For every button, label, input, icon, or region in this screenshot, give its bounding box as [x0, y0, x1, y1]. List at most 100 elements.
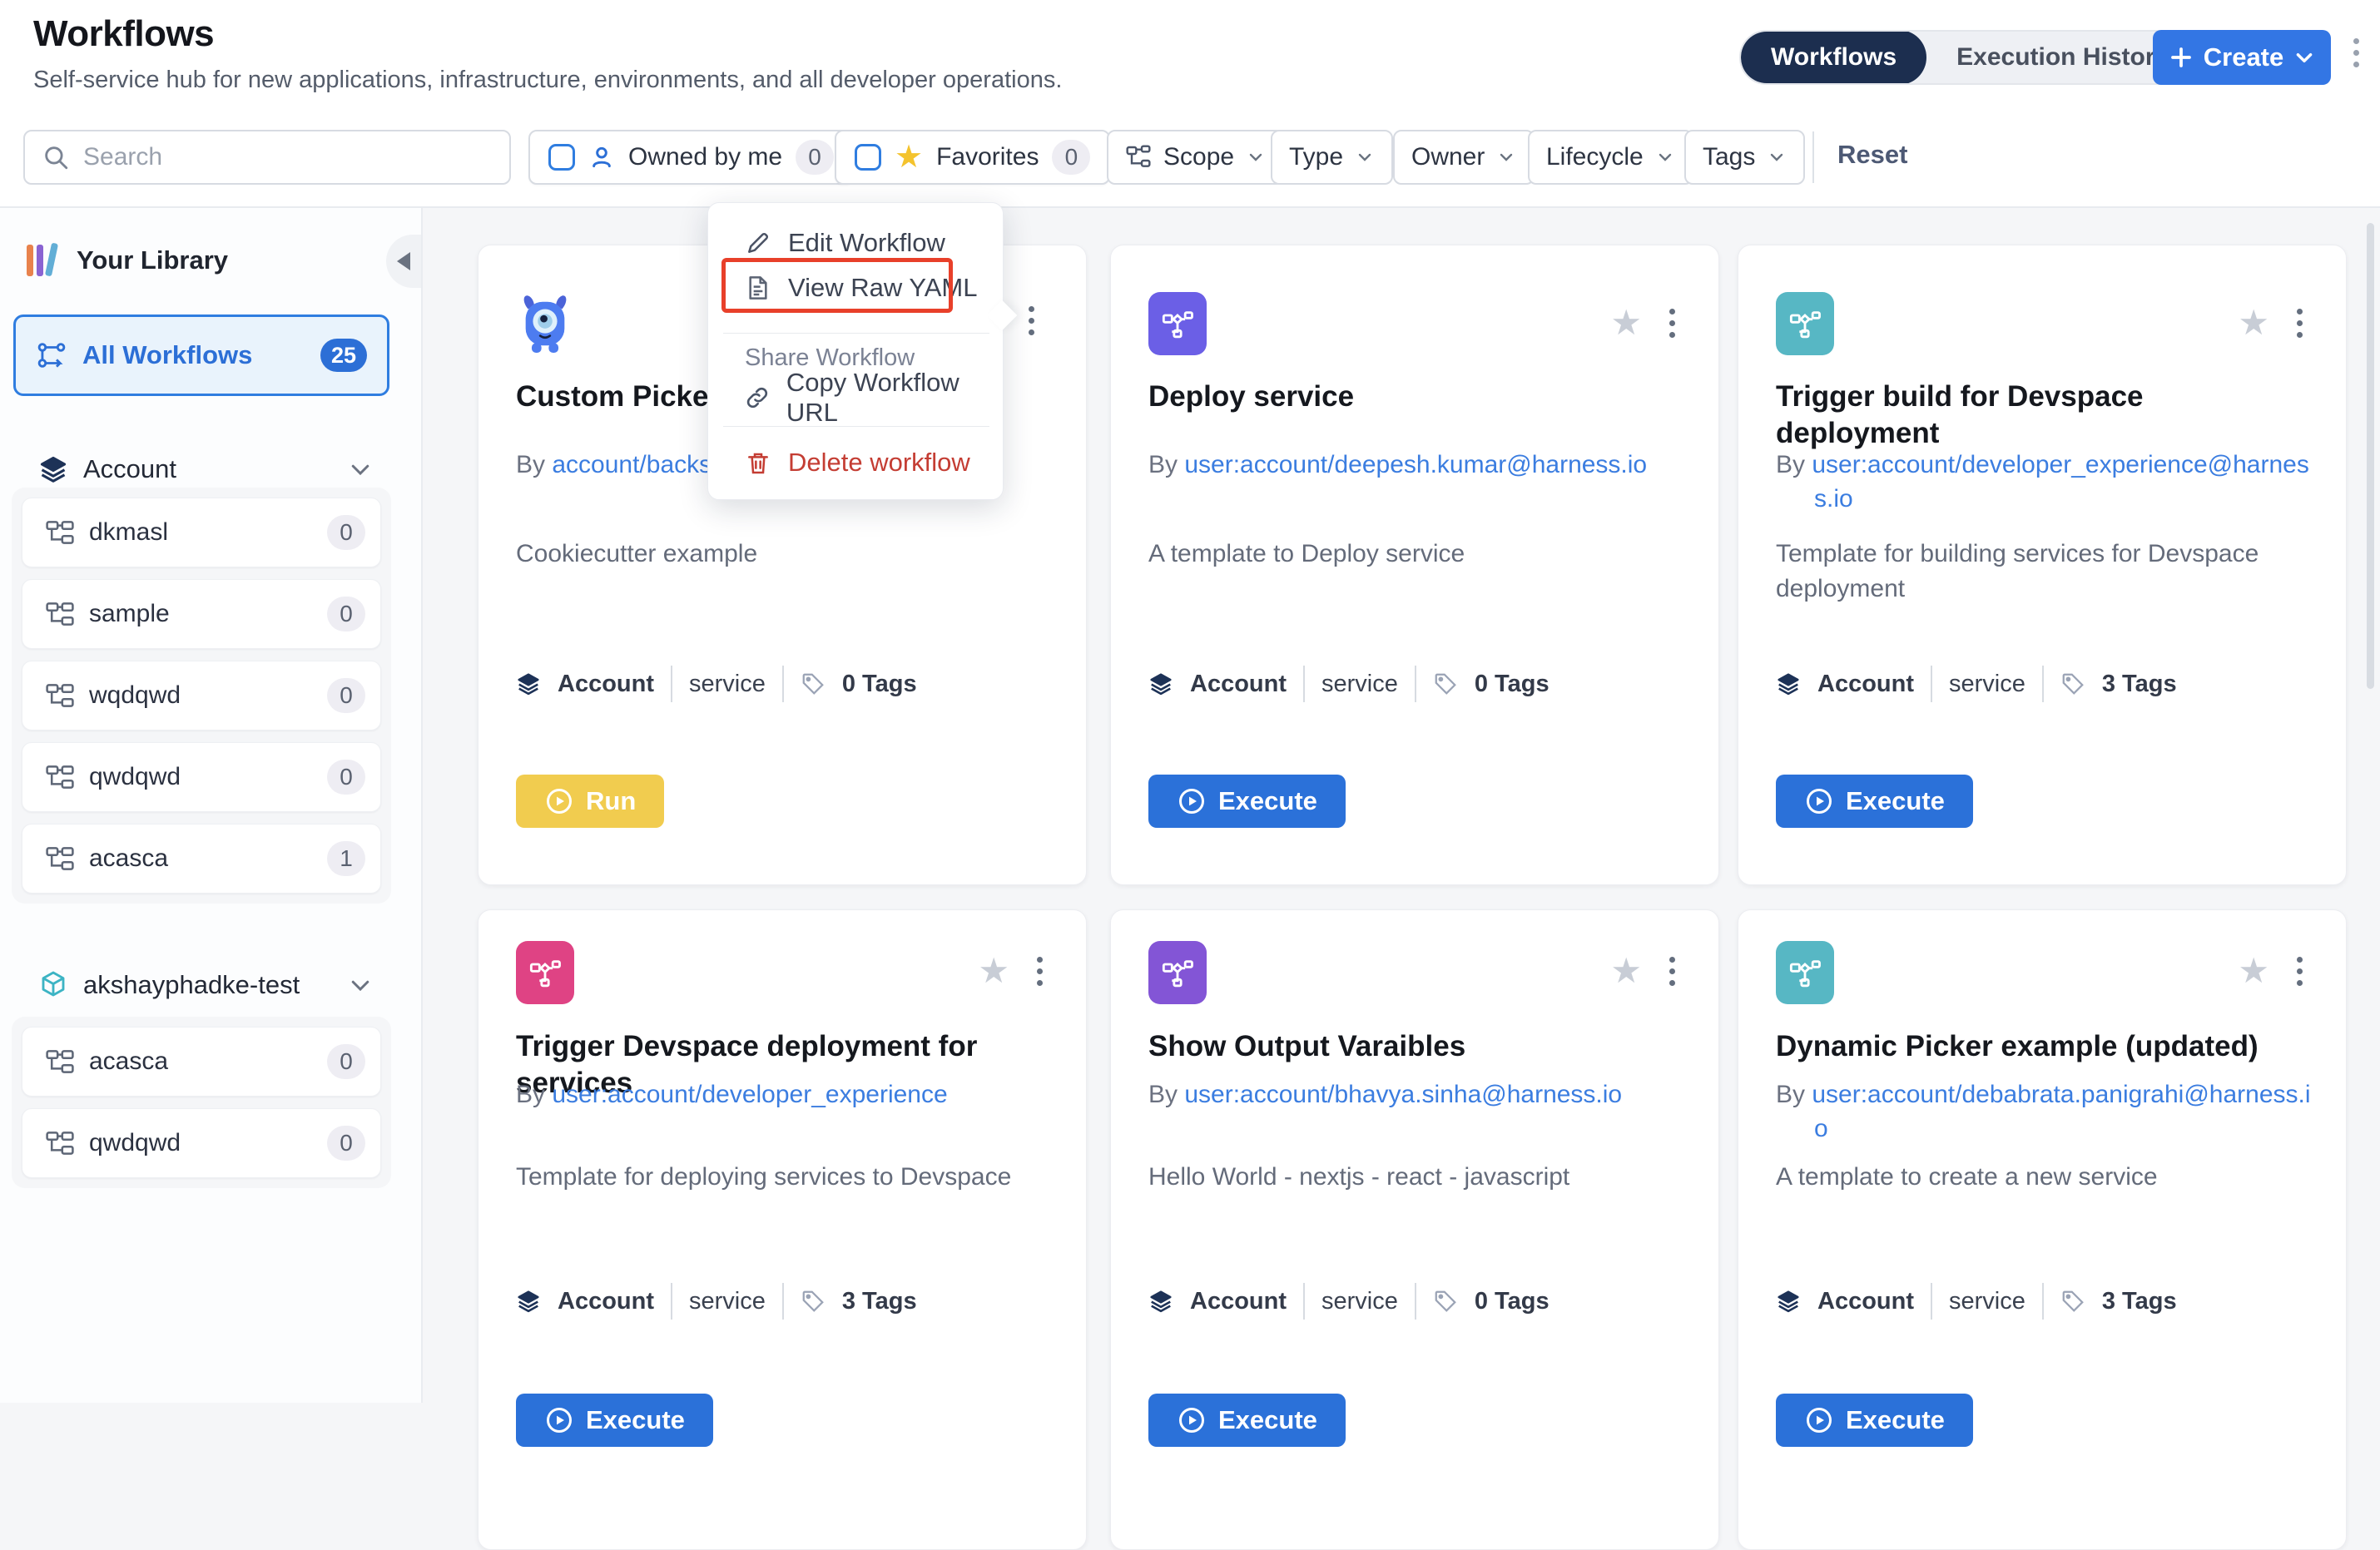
sidebar-item-qwdqwd[interactable]: qwdqwd 0 [22, 742, 381, 812]
divider [1812, 131, 1814, 183]
sidebar-group-akshayphadke-test[interactable]: akshayphadke-test [0, 967, 423, 1003]
run-button[interactable]: Run [516, 775, 664, 828]
sidebar-item-sample[interactable]: sample 0 [22, 579, 381, 649]
document-icon [745, 275, 771, 301]
card-kebab-menu-icon[interactable] [2297, 309, 2303, 338]
star-icon: ★ [895, 141, 923, 173]
card-title: Deploy service [1148, 379, 1683, 415]
sidebar-group-account[interactable]: Account [0, 451, 423, 488]
workflow-context-menu: Edit Workflow View Raw YAML Share Workfl… [707, 202, 1004, 500]
tag-icon [801, 1289, 826, 1314]
menu-item-view-raw-yaml[interactable]: View Raw YAML [708, 268, 1003, 308]
favorite-star-icon[interactable]: ★ [2238, 953, 2269, 988]
card-meta: Account service 3 Tags [516, 1283, 1061, 1320]
owner-link[interactable]: user:account/bhavya.sinha@harness.io [1184, 1081, 1622, 1108]
sidebar-item-dkmasl[interactable]: dkmasl 0 [22, 498, 381, 567]
card-description: Template for building services for Devsp… [1776, 537, 2311, 607]
library-header: Your Library [23, 241, 228, 280]
card-meta: Account service 0 Tags [516, 666, 1061, 702]
chevron-down-icon [348, 457, 373, 482]
header-kebab-menu-icon[interactable] [2353, 38, 2359, 67]
tag-icon [1433, 671, 1458, 696]
favorite-star-icon[interactable]: ★ [978, 953, 1009, 988]
filter-owned-by-me[interactable]: Owned by me 0 [528, 130, 854, 185]
play-icon [1804, 1405, 1834, 1435]
person-icon [588, 144, 615, 171]
workflow-card-dynamic-picker[interactable]: ★ Dynamic Picker example (updated) By us… [1738, 909, 2347, 1550]
tag-icon [1433, 1289, 1458, 1314]
card-kebab-menu-icon[interactable] [1037, 957, 1043, 986]
card-owner: By user:account/bhavya.sinha@harness.io [1148, 1078, 1685, 1112]
filter-favorites[interactable]: ★ Favorites 0 [835, 130, 1110, 185]
reset-filters-button[interactable]: Reset [1837, 140, 1907, 170]
workflow-card-deploy-service[interactable]: ★ Deploy service By user:account/deepesh… [1110, 245, 1719, 885]
layers-icon [516, 671, 541, 696]
card-kebab-menu-icon[interactable] [1669, 309, 1675, 338]
favorites-checkbox[interactable] [855, 144, 881, 171]
card-title: Dynamic Picker example (updated) [1776, 1028, 2311, 1065]
tab-workflows[interactable]: Workflows [1741, 30, 1926, 85]
workflow-card-trigger-build[interactable]: ★ Trigger build for Devspace deployment … [1738, 245, 2347, 885]
filter-scope-dropdown[interactable]: Scope [1107, 130, 1284, 185]
owner-link[interactable]: user:account/developer_experience [552, 1081, 947, 1108]
card-kebab-menu-icon[interactable] [2297, 957, 2303, 986]
execute-button[interactable]: Execute [1776, 1394, 1973, 1447]
execute-button[interactable]: Execute [516, 1394, 713, 1447]
execute-button[interactable]: Execute [1148, 1394, 1346, 1447]
create-button[interactable]: Create [2153, 30, 2331, 85]
owner-link[interactable]: account/backs [552, 451, 712, 478]
workflow-card-show-output[interactable]: ★ Show Output Varaibles By user:account/… [1110, 909, 1719, 1550]
link-icon [745, 384, 770, 411]
chevron-down-icon [1496, 147, 1516, 167]
cube-icon [38, 970, 68, 1000]
owner-link[interactable]: user:account/debabrata.panigrahi@harness… [1812, 1081, 2310, 1142]
execute-button[interactable]: Execute [1776, 775, 1973, 828]
filter-lifecycle-dropdown[interactable]: Lifecycle [1528, 130, 1693, 185]
card-meta: Account service 3 Tags [1776, 666, 2321, 702]
akshayphadke-items-container: acasca 0 qwdqwd 0 [12, 1017, 391, 1188]
layers-icon [1148, 1289, 1173, 1314]
workflow-card-trigger-devspace[interactable]: ★ Trigger Devspace deployment for servic… [478, 909, 1087, 1550]
card-description: Hello World - nextjs - react - javascrip… [1148, 1160, 1683, 1195]
owner-link[interactable]: user:account/developer_experience@harnes… [1812, 451, 2309, 513]
card-kebab-menu-icon[interactable] [1669, 957, 1675, 986]
sidebar-item-qwdqwd-2[interactable]: qwdqwd 0 [22, 1108, 381, 1178]
card-description: A template to create a new service [1776, 1160, 2311, 1195]
filter-tags-dropdown[interactable]: Tags [1684, 130, 1805, 185]
sidebar-item-acasca-2[interactable]: acasca 0 [22, 1027, 381, 1097]
search-input[interactable]: Search [23, 130, 511, 185]
monster-icon [516, 292, 574, 355]
play-icon [1177, 1405, 1207, 1435]
sidebar-item-acasca[interactable]: acasca 1 [22, 824, 381, 894]
hierarchy-icon [46, 1132, 74, 1155]
card-kebab-menu-icon[interactable] [1029, 306, 1034, 335]
sidebar-collapse-button[interactable] [386, 235, 421, 288]
card-description: Template for deploying services to Devsp… [516, 1160, 1051, 1195]
owner-link[interactable]: user:account/deepesh.kumar@harness.io [1184, 451, 1647, 478]
menu-item-edit-workflow[interactable]: Edit Workflow [708, 223, 1003, 263]
layers-icon [1776, 671, 1801, 696]
workflow-card-icon [1148, 941, 1207, 1004]
favorite-star-icon[interactable]: ★ [2238, 305, 2269, 340]
play-icon [544, 786, 574, 816]
hierarchy-icon [46, 684, 74, 707]
menu-item-delete-workflow[interactable]: Delete workflow [708, 443, 1003, 483]
owned-checkbox[interactable] [548, 144, 575, 171]
page-subtitle: Self-service hub for new applications, i… [33, 67, 1062, 94]
menu-item-copy-workflow-url[interactable]: Copy Workflow URL [708, 378, 1003, 418]
favorite-star-icon[interactable]: ★ [1610, 305, 1642, 340]
chevron-down-icon [1246, 147, 1266, 167]
favorite-star-icon[interactable]: ★ [1610, 953, 1642, 988]
vertical-scrollbar[interactable] [2367, 223, 2374, 689]
chevron-down-icon [1767, 147, 1787, 167]
layers-icon [1776, 1289, 1801, 1314]
filter-type-dropdown[interactable]: Type [1271, 130, 1393, 185]
sidebar-item-wqdqwd[interactable]: wqdqwd 0 [22, 661, 381, 730]
execute-button[interactable]: Execute [1148, 775, 1346, 828]
filter-owner-dropdown[interactable]: Owner [1393, 130, 1535, 185]
card-title: Show Output Varaibles [1148, 1028, 1683, 1065]
card-description: A template to Deploy service [1148, 537, 1683, 572]
workflow-card-icon [1148, 292, 1207, 355]
workflow-card-icon [516, 941, 574, 1004]
sidebar-item-all-workflows[interactable]: All Workflows 25 [13, 314, 389, 396]
